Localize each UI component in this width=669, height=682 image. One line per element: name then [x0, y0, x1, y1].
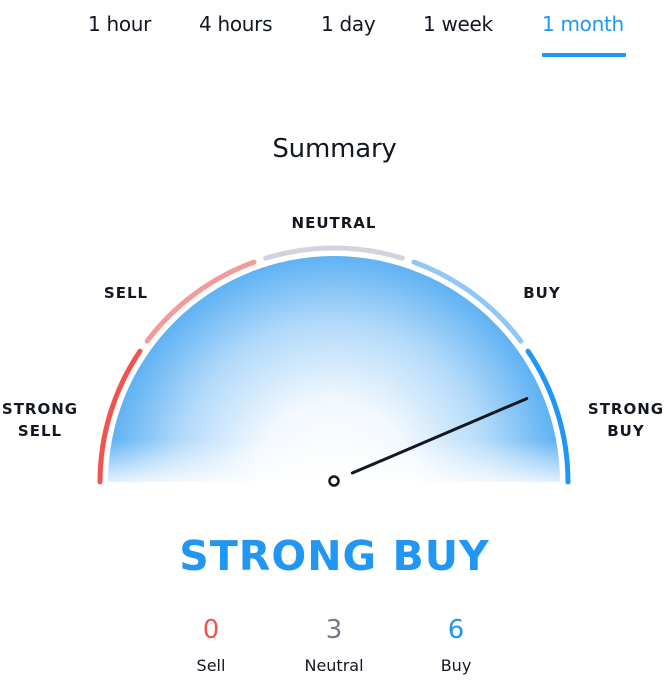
label-strong-buy-line1: STRONG	[587, 400, 665, 418]
neutral-count: 3	[325, 615, 343, 645]
label-strong-buy-line2: BUY	[607, 422, 645, 440]
label-strong-sell: STRONG SELL	[0, 398, 80, 442]
sell-count-label: Sell	[196, 656, 226, 675]
label-sell: SELL	[103, 284, 149, 302]
label-strong-sell-line2: SELL	[17, 422, 63, 440]
sell-count: 0	[202, 615, 220, 645]
label-strong-buy: STRONG BUY	[586, 398, 666, 442]
label-strong-sell-line1: STRONG	[1, 400, 79, 418]
label-neutral: NEUTRAL	[291, 214, 377, 232]
neutral-count-label: Neutral	[304, 656, 364, 675]
verdict-text: STRONG BUY	[179, 532, 490, 580]
label-buy: BUY	[523, 284, 561, 302]
buy-count: 6	[447, 615, 465, 645]
gauge-pivot	[328, 475, 340, 487]
buy-count-label: Buy	[440, 656, 472, 675]
summary-gauge	[97, 245, 571, 487]
